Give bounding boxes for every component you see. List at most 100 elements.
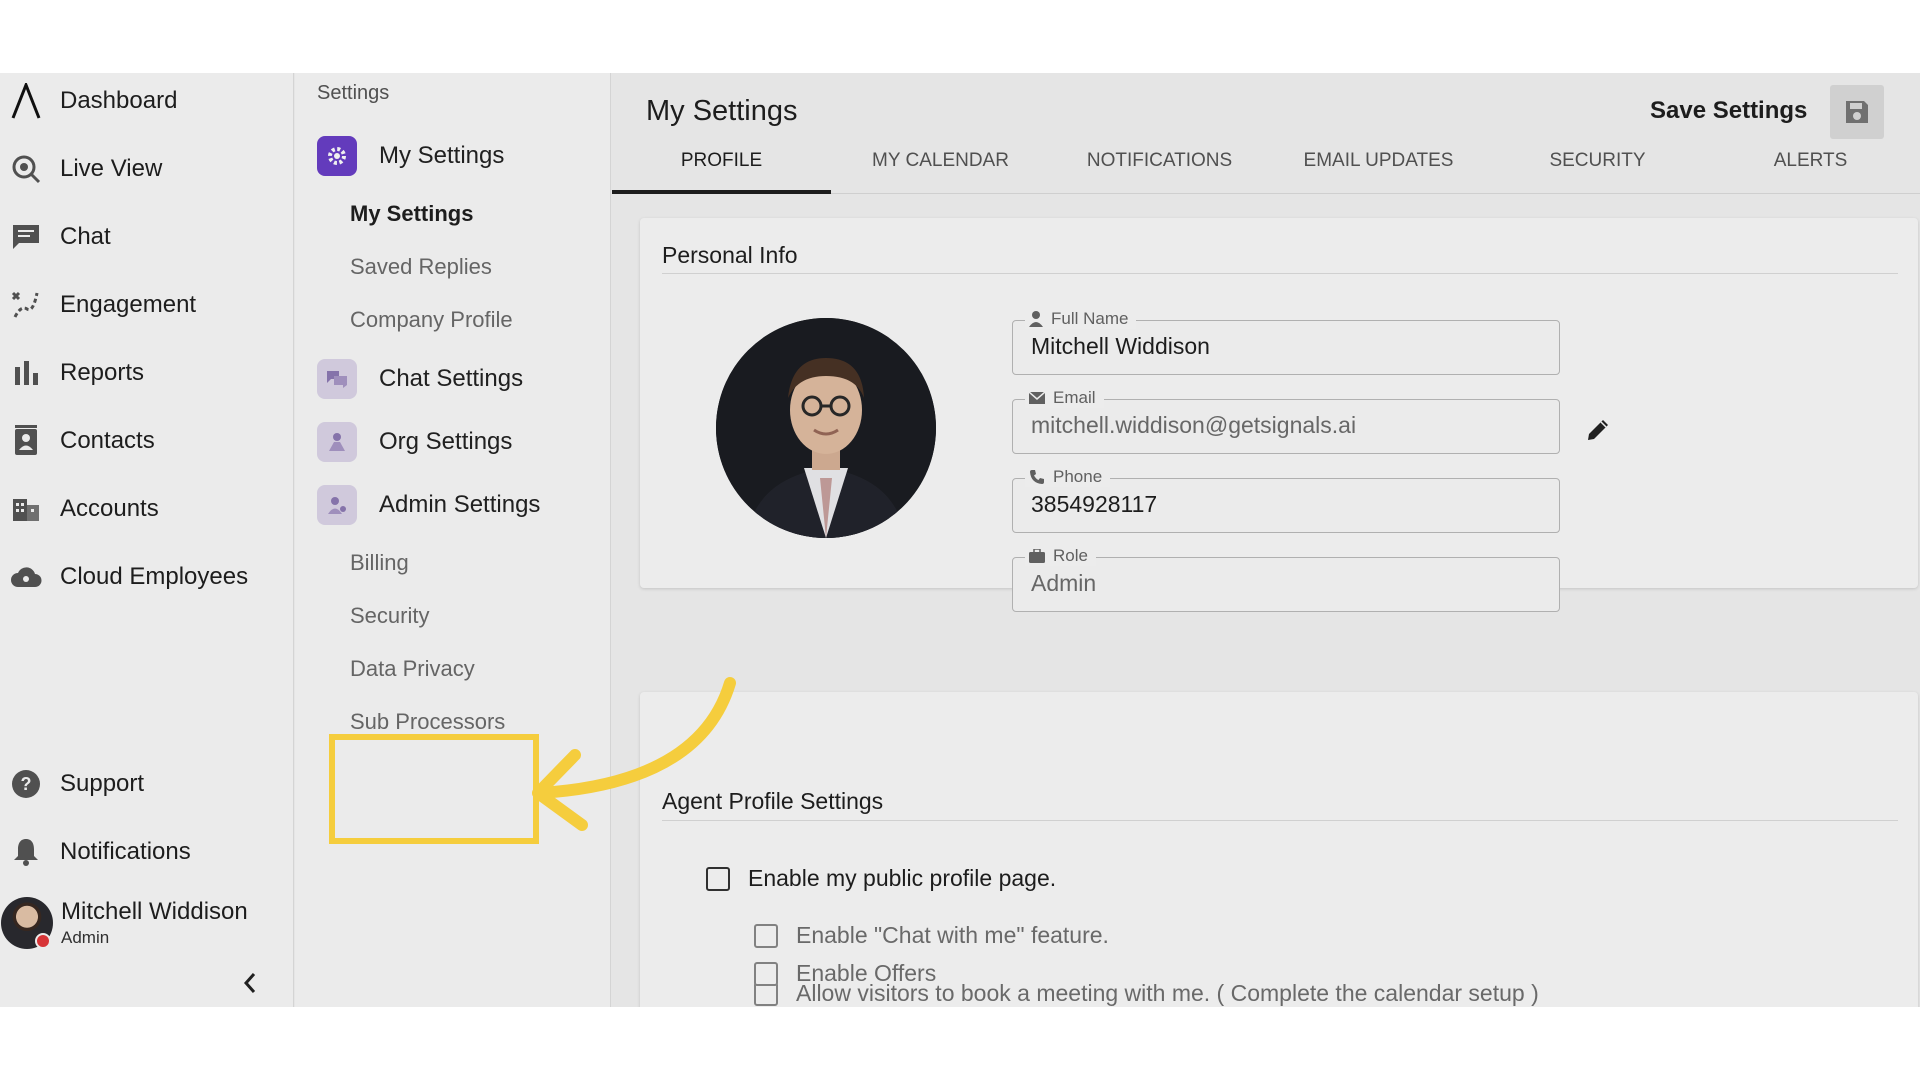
submenu-security[interactable]: Security — [350, 603, 429, 629]
card-title: Personal Info — [662, 242, 798, 268]
nav-item-dashboard[interactable]: Dashboard — [0, 73, 294, 129]
nav-item-live-view[interactable]: Live View — [0, 141, 294, 197]
menu-section-label: Chat Settings — [379, 365, 524, 392]
submenu-billing[interactable]: Billing — [350, 550, 409, 576]
nav-label: Engagement — [60, 291, 197, 318]
menu-section-admin-settings[interactable]: Admin Settings — [317, 483, 540, 527]
submenu-company-profile[interactable]: Company Profile — [350, 307, 513, 333]
current-user[interactable]: Mitchell Widdison Admin — [0, 893, 294, 953]
full-name-field[interactable]: Full Name Mitchell Widdison — [1012, 309, 1560, 375]
highlight-box — [329, 734, 539, 844]
building-icon — [10, 493, 42, 525]
menu-section-org-settings[interactable]: Org Settings — [317, 420, 512, 464]
status-dot — [35, 933, 51, 949]
submenu-data-privacy[interactable]: Data Privacy — [350, 656, 475, 682]
card-divider — [662, 820, 1898, 821]
menu-section-chat-settings[interactable]: Chat Settings — [317, 357, 523, 401]
collapse-sidebar-button[interactable] — [242, 971, 258, 1002]
role-field[interactable]: Role Admin — [1012, 546, 1560, 612]
user-role: Admin — [61, 928, 110, 947]
nav-item-chat[interactable]: Chat — [0, 209, 294, 265]
pencil-icon — [1588, 420, 1608, 440]
field-label-text: Email — [1053, 388, 1096, 407]
settings-menu: Settings My Settings My Settings Saved R… — [295, 73, 611, 1007]
active-tab-indicator — [612, 190, 831, 194]
phone-field[interactable]: Phone 3854928117 — [1012, 467, 1560, 533]
field-value: Admin — [1031, 570, 1097, 596]
bell-icon — [10, 836, 42, 868]
svg-text:?: ? — [21, 774, 32, 794]
email-field[interactable]: Email mitchell.widdison@getsignals.ai — [1012, 388, 1560, 454]
menu-section-label: My Settings — [379, 142, 505, 169]
app-logo-icon — [10, 83, 42, 119]
profile-photo-image — [716, 318, 936, 538]
tab-profile[interactable]: PROFILE — [612, 73, 831, 193]
checkbox[interactable] — [706, 866, 730, 891]
field-label-text: Full Name — [1051, 309, 1129, 328]
menu-section-label: Admin Settings — [379, 491, 541, 518]
menu-section-label: Org Settings — [379, 428, 513, 455]
nav-item-contacts[interactable]: Contacts — [0, 413, 294, 469]
nav-item-accounts[interactable]: Accounts — [0, 481, 294, 537]
chat-with-me-checkbox[interactable]: Enable "Chat with me" feature. — [754, 922, 1109, 949]
admin-icon — [317, 485, 357, 525]
person-icon — [1029, 311, 1043, 327]
card-divider — [662, 273, 1898, 274]
field-label: Full Name — [1025, 309, 1137, 329]
chat-icon — [10, 221, 42, 253]
nav-label: Cloud Employees — [60, 563, 249, 590]
submenu-sub-processors[interactable]: Sub Processors — [350, 709, 505, 735]
enable-offers-checkbox[interactable]: Enable Offers — [754, 960, 936, 987]
cloud-icon — [10, 561, 42, 593]
bar-chart-icon — [10, 357, 42, 389]
tab-notifications[interactable]: NOTIFICATIONS — [1050, 73, 1269, 193]
field-label-text: Role — [1053, 546, 1088, 565]
nav-label: Dashboard — [60, 87, 178, 114]
nav-label: Support — [60, 770, 145, 797]
submenu-my-settings[interactable]: My Settings — [350, 201, 473, 227]
tab-alerts[interactable]: ALERTS — [1701, 73, 1920, 193]
gear-icon — [317, 136, 357, 176]
briefcase-icon — [1029, 549, 1045, 563]
checkbox-label: Enable "Chat with me" feature. — [796, 922, 1109, 948]
nav-label: Contacts — [60, 427, 155, 454]
profile-photo[interactable] — [716, 318, 936, 538]
nav-item-notifications[interactable]: Notifications — [0, 824, 294, 880]
nav-label: Reports — [60, 359, 145, 386]
field-value: Mitchell Widdison — [1031, 333, 1210, 359]
checkbox[interactable] — [754, 923, 778, 948]
nav-item-cloud-employees[interactable]: Cloud Employees — [0, 549, 294, 605]
field-label: Email — [1025, 388, 1104, 408]
nav-item-support[interactable]: ? Support — [0, 756, 294, 812]
tab-email-updates[interactable]: EMAIL UPDATES — [1269, 73, 1488, 193]
user-name: Mitchell Widdison — [61, 898, 248, 925]
tab-my-calendar[interactable]: MY CALENDAR — [831, 73, 1050, 193]
field-value: 3854928117 — [1031, 491, 1158, 517]
checkbox-label: Enable my public profile page. — [748, 865, 1057, 891]
field-label: Phone — [1025, 467, 1111, 487]
field-value: mitchell.widdison@getsignals.ai — [1031, 412, 1357, 438]
engagement-icon — [10, 289, 42, 321]
checkbox[interactable] — [754, 961, 778, 986]
menu-section-my-settings[interactable]: My Settings — [317, 134, 504, 178]
chevron-left-icon — [243, 973, 256, 993]
nav-item-reports[interactable]: Reports — [0, 345, 294, 401]
mail-icon — [1029, 392, 1045, 404]
live-view-icon — [10, 153, 42, 185]
submenu-saved-replies[interactable]: Saved Replies — [350, 254, 492, 280]
contacts-icon — [10, 425, 42, 457]
chat-bubbles-icon — [317, 359, 357, 399]
field-label-text: Phone — [1053, 467, 1103, 486]
field-label: Role — [1025, 546, 1096, 566]
public-profile-checkbox[interactable]: Enable my public profile page. — [706, 865, 1056, 892]
edit-email-button[interactable] — [1584, 416, 1612, 449]
nav-item-engagement[interactable]: Engagement — [0, 277, 294, 333]
personal-info-card: Personal Info Full Name Mitchell Widdiso… — [640, 218, 1918, 612]
org-icon — [317, 422, 357, 462]
phone-icon — [1029, 469, 1045, 485]
settings-menu-title: Settings — [317, 82, 390, 104]
nav-label: Chat — [60, 223, 111, 250]
arrow-annotation — [532, 677, 736, 831]
tab-security[interactable]: SECURITY — [1488, 73, 1707, 193]
avatar — [1, 897, 53, 949]
